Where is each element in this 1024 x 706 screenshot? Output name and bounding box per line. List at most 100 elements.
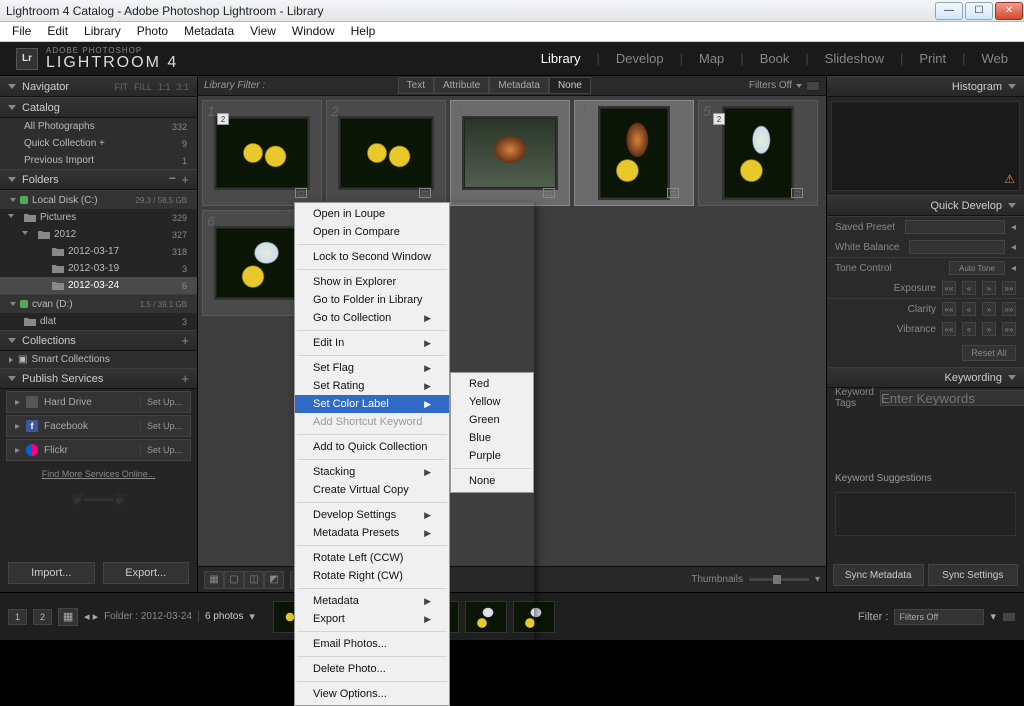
switch-icon[interactable] <box>806 81 820 91</box>
compare-view-icon[interactable]: ◫ <box>244 571 264 589</box>
context-menu[interactable]: Open in LoupeOpen in Compare Lock to Seco… <box>294 202 534 706</box>
context-item[interactable]: Set Color Label▶ <box>295 395 449 413</box>
disk-row[interactable]: cvan (D:)1.5 / 39.1 GB <box>0 294 197 313</box>
menu-view[interactable]: View <box>242 22 284 41</box>
color-label-green[interactable]: Green <box>451 411 533 429</box>
publish-service-row[interactable]: ▸FlickrSet Up... <box>6 439 191 461</box>
page-1-button[interactable]: 1 <box>8 609 27 625</box>
navigator-header[interactable]: Navigator FITFILL1:13:1 <box>0 76 197 97</box>
context-item[interactable]: Set Flag▶ <box>295 359 449 377</box>
menu-edit[interactable]: Edit <box>39 22 76 41</box>
plus-icon[interactable]: + <box>181 333 189 348</box>
keywording-header[interactable]: Keywording <box>827 367 1024 388</box>
step-button[interactable]: «« <box>942 302 956 316</box>
filter-tab-attribute[interactable]: Attribute <box>434 77 489 94</box>
close-button[interactable]: ✕ <box>995 2 1023 20</box>
step-button[interactable]: « <box>962 302 976 316</box>
chevron-right-icon[interactable]: ◂ <box>1011 263 1016 274</box>
color-label-yellow[interactable]: Yellow <box>451 393 533 411</box>
catalog-header[interactable]: Catalog <box>0 97 197 118</box>
module-book[interactable]: Book <box>760 51 790 66</box>
sync-metadata-button[interactable]: Sync Metadata <box>833 564 924 586</box>
context-item[interactable]: Add to Quick Collection <box>295 438 449 456</box>
export-button[interactable]: Export... <box>103 562 190 584</box>
saved-preset-select[interactable] <box>905 220 1005 234</box>
folder-row[interactable]: dlat3 <box>0 313 197 330</box>
color-label-none[interactable]: None <box>451 472 533 490</box>
publish-service-row[interactable]: ▸fFacebookSet Up... <box>6 415 191 437</box>
reset-all-button[interactable]: Reset All <box>962 345 1016 361</box>
context-item[interactable]: Develop Settings▶ <box>295 506 449 524</box>
color-label-red[interactable]: Red <box>451 375 533 393</box>
step-button[interactable]: «« <box>942 322 956 336</box>
context-item[interactable]: Metadata Presets▶ <box>295 524 449 542</box>
context-item[interactable]: Edit In▶ <box>295 334 449 352</box>
collections-header[interactable]: Collections + <box>0 330 197 351</box>
context-item[interactable]: Set Rating▶ <box>295 377 449 395</box>
filter-tab-text[interactable]: Text <box>398 77 434 94</box>
menu-library[interactable]: Library <box>76 22 129 41</box>
publish-service-row[interactable]: ▸Hard DriveSet Up... <box>6 391 191 413</box>
sync-settings-button[interactable]: Sync Settings <box>928 564 1019 586</box>
histogram-header[interactable]: Histogram <box>827 76 1024 97</box>
chevron-right-icon[interactable]: ◂ <box>1011 222 1016 233</box>
step-button[interactable]: « <box>962 322 976 336</box>
context-item[interactable]: Email Photos... <box>295 635 449 653</box>
color-label-purple[interactable]: Purple <box>451 447 533 465</box>
module-develop[interactable]: Develop <box>616 51 664 66</box>
module-library[interactable]: Library <box>541 51 581 66</box>
step-button[interactable]: » <box>982 302 996 316</box>
context-item[interactable]: Export▶ <box>295 610 449 628</box>
folder-row[interactable]: 2012-03-193 <box>0 260 197 277</box>
minimize-button[interactable]: — <box>935 2 963 20</box>
view-mode-buttons[interactable]: ▦ ▢ ◫ ◩ <box>204 571 284 589</box>
grid-cell[interactable]: 3⬚ <box>450 100 570 206</box>
folder-row[interactable]: 2012-03-246 <box>0 277 197 294</box>
folder-row[interactable]: 2012327 <box>0 226 197 243</box>
context-item[interactable]: View Options... <box>295 685 449 703</box>
menu-file[interactable]: File <box>4 22 39 41</box>
maximize-button[interactable]: ☐ <box>965 2 993 20</box>
filters-off-toggle[interactable]: Filters Off <box>749 80 820 91</box>
filter-tab-none[interactable]: None <box>549 77 591 94</box>
step-button[interactable]: »» <box>1002 302 1016 316</box>
survey-view-icon[interactable]: ◩ <box>264 571 284 589</box>
switch-icon[interactable] <box>1002 612 1016 622</box>
step-button[interactable]: « <box>962 281 976 295</box>
menu-metadata[interactable]: Metadata <box>176 22 242 41</box>
minus-icon[interactable]: – <box>169 172 175 187</box>
context-item[interactable]: Open in Compare <box>295 223 449 241</box>
context-item[interactable]: Delete Photo... <box>295 660 449 678</box>
publish-header[interactable]: Publish Services + <box>0 368 197 389</box>
step-button[interactable]: » <box>982 281 996 295</box>
grid-cell[interactable]: 2⬚ <box>326 100 446 206</box>
grid-cell[interactable]: 12⬚ <box>202 100 322 206</box>
context-item[interactable]: Lock to Second Window <box>295 248 449 266</box>
folders-header[interactable]: Folders –+ <box>0 169 197 190</box>
context-item[interactable]: Create Virtual Copy <box>295 481 449 499</box>
step-button[interactable]: »» <box>1002 281 1016 295</box>
plus-icon[interactable]: + <box>181 371 189 386</box>
step-button[interactable]: »» <box>1002 322 1016 336</box>
module-web[interactable]: Web <box>982 51 1009 66</box>
page-2-button[interactable]: 2 <box>33 609 52 625</box>
back-forward-icon[interactable]: ◂ ▸ <box>84 610 98 623</box>
chevron-right-icon[interactable]: ◂ <box>1011 242 1016 253</box>
context-item[interactable]: Go to Folder in Library <box>295 291 449 309</box>
step-button[interactable]: «« <box>942 281 956 295</box>
auto-tone-button[interactable]: Auto Tone <box>949 261 1005 275</box>
white-balance-select[interactable] <box>909 240 1004 254</box>
filter-select[interactable]: Filters Off <box>894 609 984 625</box>
module-print[interactable]: Print <box>919 51 946 66</box>
context-item[interactable]: Open in Loupe <box>295 205 449 223</box>
thumbnail-size-control[interactable]: Thumbnails ▾ <box>691 574 820 585</box>
loupe-view-icon[interactable]: ▢ <box>224 571 244 589</box>
keyword-input[interactable] <box>880 390 1024 406</box>
module-map[interactable]: Map <box>699 51 724 66</box>
find-more-services-link[interactable]: Find More Services Online... <box>0 463 197 485</box>
module-slideshow[interactable]: Slideshow <box>825 51 884 66</box>
catalog-row[interactable]: All Photographs332 <box>0 118 197 135</box>
grid-icon[interactable]: ▦ <box>58 608 78 626</box>
thumbnail-slider[interactable] <box>749 578 809 581</box>
folder-row[interactable]: 2012-03-17318 <box>0 243 197 260</box>
